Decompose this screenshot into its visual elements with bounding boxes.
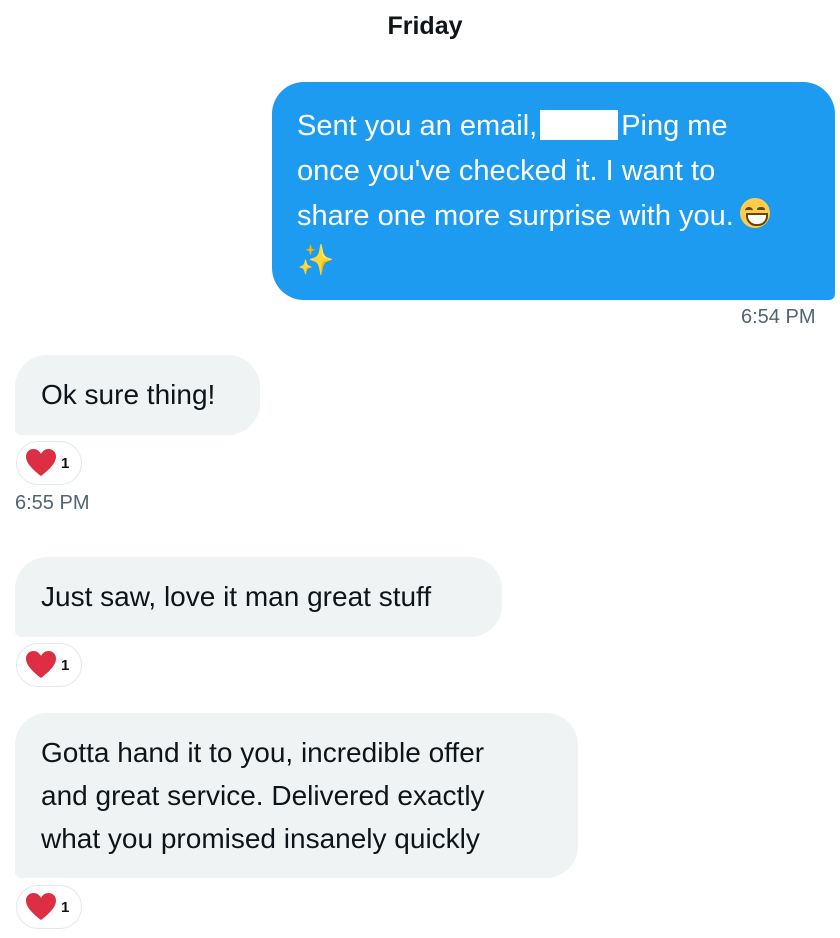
- incoming-message-bubble[interactable]: Gotta hand it to you, incredible offer a…: [15, 713, 578, 878]
- heart-icon: [26, 651, 56, 678]
- message-text: Just saw, love it man great stuff: [41, 581, 432, 612]
- heart-icon: [26, 893, 56, 920]
- message-line: Sent you an email, Ping me: [297, 104, 810, 149]
- message-line: ✨: [297, 239, 810, 284]
- message-line: what you promised insanely quickly: [41, 823, 480, 854]
- incoming-message-bubble[interactable]: Just saw, love it man great stuff: [15, 557, 502, 637]
- message-timestamp: 6:54 PM: [741, 306, 816, 328]
- sparkles-icon: ✨: [297, 244, 335, 277]
- message-line: Gotta hand it to you, incredible offer: [41, 737, 485, 768]
- reaction-count: 1: [61, 454, 70, 472]
- dm-conversation: Friday Sent you an email, Ping me once yo…: [0, 0, 840, 938]
- message-line: once you've checked it. I want to: [297, 155, 716, 187]
- reaction-badge[interactable]: 1: [16, 643, 82, 687]
- reaction-badge[interactable]: 1: [16, 441, 82, 485]
- outgoing-message-bubble[interactable]: Sent you an email, Ping me once you've ch…: [272, 82, 835, 300]
- reaction-count: 1: [61, 898, 70, 916]
- message-line: share one more surprise with you.: [297, 194, 810, 239]
- message-line: and great service. Delivered exactly: [41, 780, 485, 811]
- incoming-message-bubble[interactable]: Ok sure thing!: [15, 355, 260, 435]
- reaction-badge[interactable]: 1: [16, 885, 82, 929]
- message-text: Ok sure thing!: [41, 379, 216, 410]
- message-text: share one more surprise with you.: [297, 200, 734, 232]
- reaction-count: 1: [61, 656, 70, 674]
- message-timestamp: 6:55 PM: [15, 492, 90, 514]
- message-text: Sent you an email,: [297, 110, 538, 142]
- heart-icon: [26, 449, 56, 476]
- redacted-name: [540, 110, 619, 140]
- message-text: Ping me: [621, 110, 728, 142]
- day-divider: Friday: [387, 12, 463, 40]
- grinning-face-icon: [739, 198, 770, 228]
